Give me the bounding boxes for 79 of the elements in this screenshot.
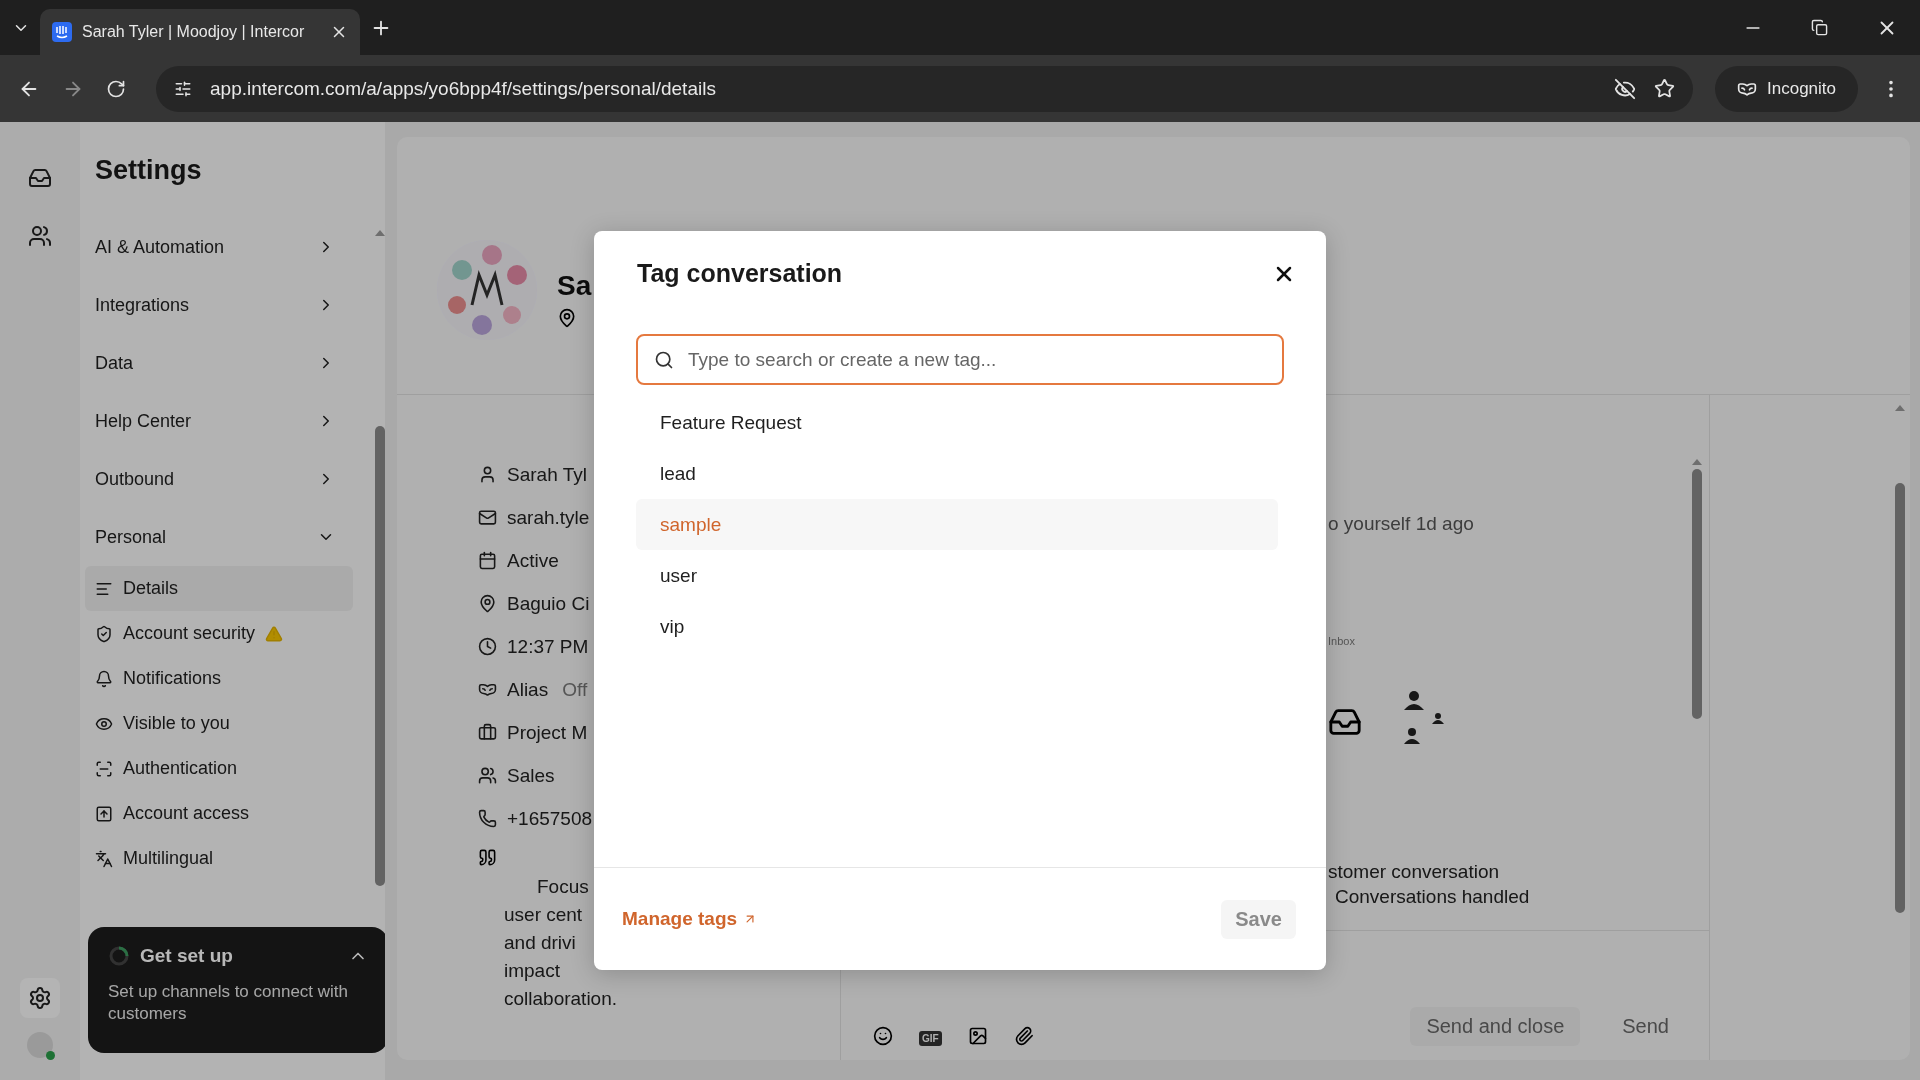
dialog-title: Tag conversation [637, 259, 843, 288]
attachment-icon [1013, 1026, 1034, 1046]
tag-option[interactable]: sample [636, 499, 1278, 550]
sidebar-item[interactable]: Multilingual [85, 836, 353, 881]
sidebar-section[interactable]: Help Center [95, 392, 353, 450]
sidebar-item[interactable]: Details [85, 566, 353, 611]
sidebar-item[interactable]: Notifications [85, 656, 353, 701]
bio-line: collaboration. [504, 987, 618, 1011]
sidebar-item[interactable]: Visible to you [85, 701, 353, 746]
diagram-label: Inbox [1328, 635, 1356, 647]
profile-field: Sarah Tyl [507, 463, 587, 486]
search-icon [654, 349, 674, 370]
tag-option[interactable]: user [636, 550, 1278, 601]
bio-line: user cent [504, 903, 583, 927]
tag-option[interactable]: vip [636, 601, 1278, 652]
pin-icon [557, 308, 577, 328]
profile-field: sarah.tyle [507, 506, 590, 529]
phone-icon [478, 809, 497, 828]
search-box[interactable]: Type to search or create a new tag... [636, 334, 1284, 385]
image-icon [967, 1026, 988, 1046]
sidebar-section[interactable]: Integrations [95, 276, 353, 334]
translate-icon [95, 849, 113, 868]
profile-name: Sa [557, 270, 592, 302]
incognito-button[interactable]: Incognito [1715, 65, 1858, 112]
profile-field: Project M [507, 721, 588, 744]
send-and-close-button[interactable]: Send and close [1410, 1007, 1581, 1046]
calendar-icon [478, 551, 497, 570]
reload-icon[interactable] [106, 78, 126, 99]
star-icon[interactable] [1654, 78, 1675, 99]
site-settings-icon[interactable] [174, 79, 192, 98]
mail-icon [478, 508, 497, 527]
profile-field: +1657508 [507, 807, 593, 830]
scan-icon [95, 759, 113, 778]
profile-field: Alias [507, 678, 549, 701]
pin-icon [478, 594, 497, 613]
bell-icon [95, 669, 113, 688]
briefcase-icon [478, 723, 497, 742]
sidebar-section[interactable]: Personal [95, 508, 353, 566]
sidebar-section[interactable]: Data [95, 334, 353, 392]
sidebar-item[interactable]: Authentication [85, 746, 353, 791]
person-icon [478, 465, 497, 484]
sidebar-section[interactable]: Outbound [95, 450, 353, 508]
people-icon [478, 766, 497, 785]
shield-icon [95, 624, 113, 643]
tag-option[interactable]: lead [636, 448, 1278, 499]
profile-field: Active [507, 549, 559, 572]
user-avatar[interactable] [27, 1032, 53, 1058]
sidebar-section[interactable]: AI & Automation [95, 218, 353, 276]
quote-icon [478, 848, 497, 867]
tab-title: Sarah Tyler | Moodjoy | Intercor [82, 23, 306, 41]
stat-text: stomer conversation [1328, 860, 1501, 884]
tag-option[interactable]: Feature Request [636, 397, 1278, 448]
activity-text: o yourself 1d ago [1328, 513, 1475, 535]
emoji-icon [873, 1026, 893, 1046]
browser-tab[interactable]: Sarah Tyler | Moodjoy | Intercor [40, 9, 360, 55]
bio-line: Focus [536, 875, 589, 899]
setup-text: Set up channels to connect with customers [108, 981, 350, 1025]
eye-off-icon[interactable] [1614, 77, 1636, 100]
setup-title: Get set up [140, 945, 234, 967]
restore-icon[interactable] [1811, 19, 1828, 36]
sidebar-item[interactable]: Account access [85, 791, 353, 836]
clock-icon [478, 637, 497, 656]
send-button[interactable]: Send [1606, 1007, 1685, 1046]
profile-field: 12:37 PM [507, 635, 589, 658]
bio-line: and drivi [504, 931, 576, 955]
manage-tags-link[interactable]: Manage tags [622, 908, 758, 930]
profile-field: Baguio Ci [507, 592, 590, 615]
upload-icon [95, 804, 113, 823]
stat-text: Conversations handled [1334, 885, 1531, 909]
bio-line: impact [504, 959, 560, 983]
setup-card[interactable]: Get set up Set up channels to connect with customers [88, 927, 388, 1053]
gif-icon[interactable]: GIF [919, 1031, 942, 1046]
field-value: Off [562, 678, 588, 701]
people-icon[interactable] [28, 224, 52, 248]
progress-ring-icon [108, 945, 130, 967]
settings-title: Settings [95, 154, 203, 187]
profile-field: Sales [507, 764, 555, 787]
sidebar-item[interactable]: Account security [85, 611, 353, 656]
settings-icon[interactable] [20, 978, 60, 1018]
